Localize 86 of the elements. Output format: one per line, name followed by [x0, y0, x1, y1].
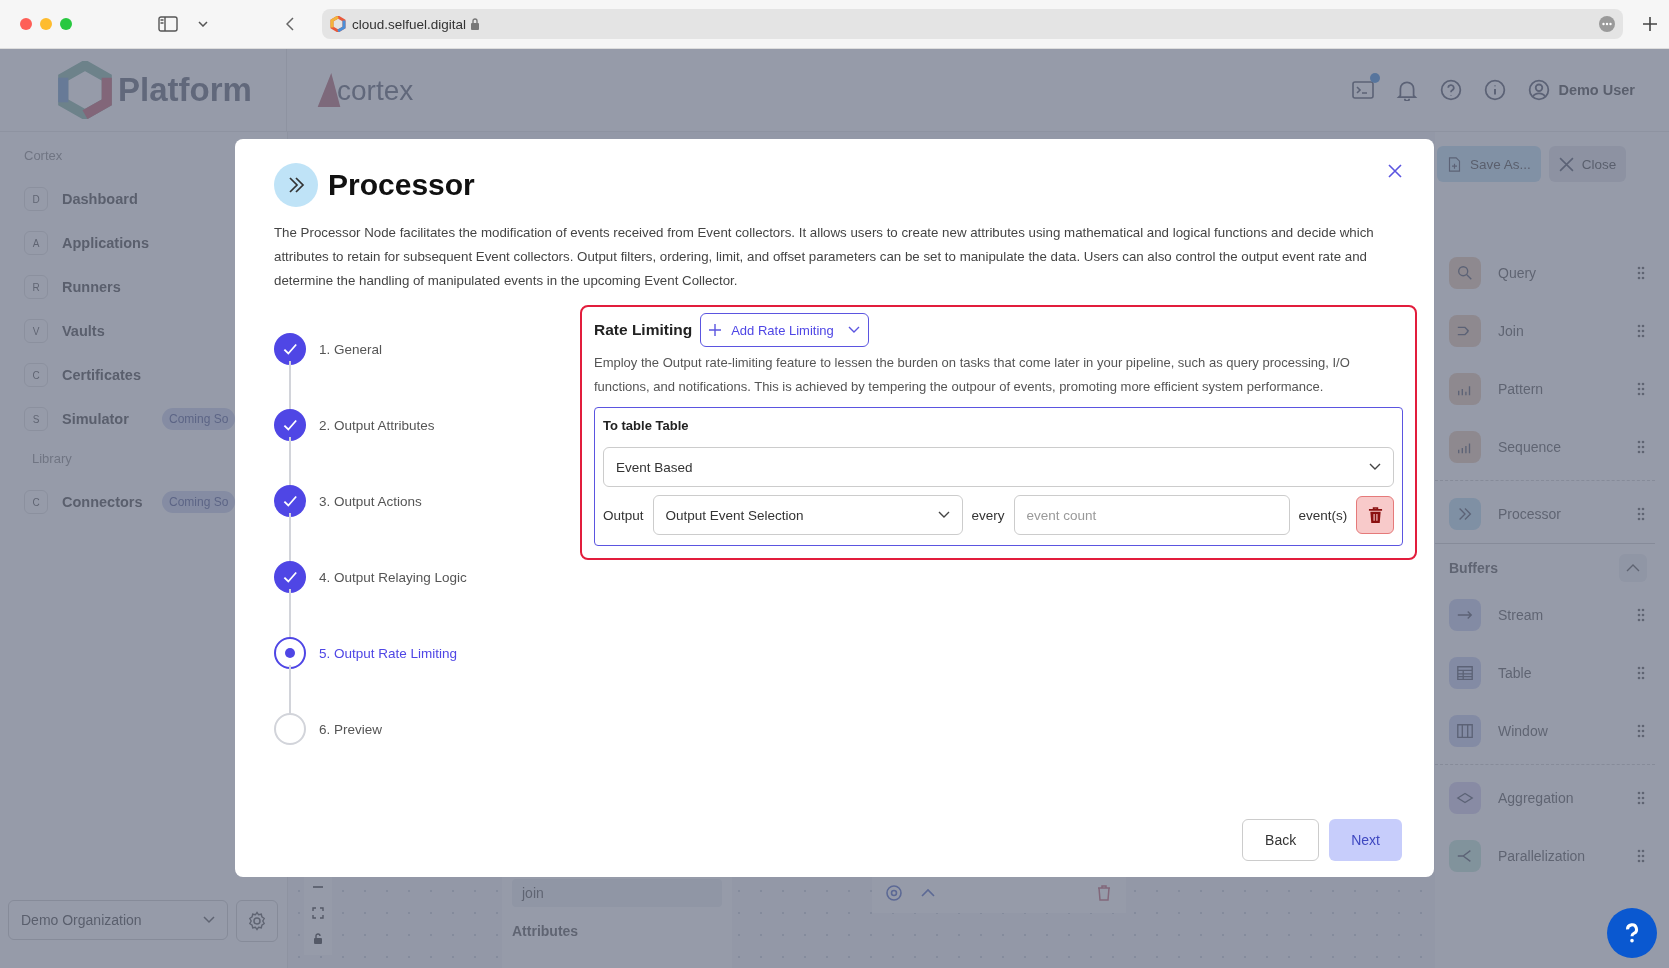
chevron-down-icon: [847, 326, 860, 334]
settings-icon[interactable]: [884, 883, 904, 903]
sidebar-item[interactable]: Dashboard: [62, 191, 162, 207]
chevron-down-icon: [937, 511, 950, 519]
hexagon-logo-icon: [56, 61, 114, 119]
table-icon: [1449, 657, 1481, 689]
drag-handle-icon[interactable]: [1637, 324, 1645, 338]
next-button[interactable]: Next: [1329, 819, 1402, 861]
stream-icon: [1449, 599, 1481, 631]
drag-handle-icon[interactable]: [1637, 507, 1645, 521]
section-title: Rate Limiting: [594, 321, 693, 339]
help-icon[interactable]: [1440, 79, 1463, 101]
unit-label: event(s): [1298, 507, 1348, 523]
question-mark-icon: [1623, 921, 1641, 945]
sidebar-item[interactable]: Certificates: [62, 367, 162, 383]
event-count-field[interactable]: event count: [1013, 495, 1290, 535]
chevron-down-icon: [203, 916, 215, 924]
settings-icon: [247, 911, 267, 931]
drag-handle-icon[interactable]: [1637, 266, 1645, 280]
card-title: To table Table: [603, 418, 690, 433]
drag-handle-icon[interactable]: [1637, 666, 1645, 680]
drag-handle-icon[interactable]: [1637, 382, 1645, 396]
output-select[interactable]: Output Event Selection: [652, 495, 963, 535]
query-icon: [1449, 257, 1481, 289]
drag-handle-icon[interactable]: [1637, 724, 1645, 738]
back-button[interactable]: Back: [1242, 819, 1320, 861]
join-icon: [1449, 315, 1481, 347]
drag-handle-icon[interactable]: [1637, 849, 1645, 863]
site-logo-icon: [330, 16, 346, 32]
lock-icon[interactable]: [312, 933, 324, 945]
drag-handle-icon[interactable]: [1637, 608, 1645, 622]
step-label[interactable]: 4. Output Relaying Logic: [319, 569, 467, 585]
collapse-button[interactable]: [1619, 554, 1647, 582]
aggregation-icon: [1449, 782, 1481, 814]
type-select[interactable]: Event Based: [603, 447, 1395, 487]
fit-view-icon[interactable]: [312, 907, 324, 919]
double-chevron-icon: [274, 163, 318, 207]
pattern-icon: [1449, 373, 1481, 405]
minimize-window-button[interactable]: [40, 18, 52, 30]
dialog-description: The Processor Node facilitates the modification of events received from Event collectors. It allows users to create new attributes using mathematical and logical functions and decide which attributes to retain for subsequent Event collectors. Output filters, ordering, limit, and offset parameters can be set to manipulate the data. Users can also control the output event rate and determine the handling of manipulated events in the upcoming Event Collector.: [274, 224, 1375, 290]
close-icon[interactable]: [1388, 164, 1402, 178]
trash-icon: [1367, 506, 1383, 524]
sidebar-toggle-icon[interactable]: [158, 16, 178, 32]
file-plus-icon: [1447, 156, 1462, 172]
sidebar-item[interactable]: Simulator: [62, 411, 162, 427]
more-icon[interactable]: [1599, 16, 1615, 32]
sidebar-item[interactable]: Applications: [62, 235, 162, 251]
save-as-button[interactable]: Save As...: [1437, 146, 1541, 182]
organization-select[interactable]: Demo Organization: [8, 900, 228, 940]
close-window-button[interactable]: [20, 18, 32, 30]
section-description: Employ the Output rate-limiting feature to lessen the burden on tasks that come later in your pipeline, such as query processing, I/O functions, and notifications. This is achieved by tempering the outpour of events, promoting more efficient system performance.: [594, 354, 1351, 396]
step-label[interactable]: 3. Output Actions: [319, 493, 422, 509]
drag-handle-icon[interactable]: [1637, 791, 1645, 805]
address-bar[interactable]: cloud.selfuel.digital: [322, 9, 1623, 39]
step-label[interactable]: 2. Output Attributes: [319, 417, 435, 433]
sequence-icon: [1449, 431, 1481, 463]
sidebar-item[interactable]: Vaults: [62, 323, 162, 339]
sidebar-item[interactable]: Connectors: [62, 494, 162, 510]
info-icon[interactable]: [1484, 79, 1507, 101]
add-rate-limiting-button[interactable]: Add Rate Limiting: [700, 313, 869, 347]
chevron-up-icon: [1626, 564, 1640, 572]
bell-icon[interactable]: [1396, 79, 1419, 101]
output-label: Output: [603, 507, 644, 523]
sidebar-item[interactable]: Runners: [62, 279, 162, 295]
chevron-down-icon[interactable]: [198, 21, 208, 27]
processor-icon: [1449, 498, 1481, 530]
close-icon: [1558, 156, 1574, 172]
plus-icon: [709, 324, 722, 336]
back-icon[interactable]: [286, 17, 294, 31]
settings-button[interactable]: [236, 900, 278, 942]
step-label[interactable]: 5. Output Rate Limiting: [319, 645, 458, 661]
dialog-title: Processor: [328, 168, 475, 202]
delete-button[interactable]: [1356, 496, 1395, 534]
window-icon: [1449, 715, 1481, 747]
maximize-window-button[interactable]: [60, 18, 72, 30]
drag-handle-icon[interactable]: [1637, 440, 1645, 454]
every-label: every: [971, 507, 1005, 523]
user-icon: [1528, 79, 1551, 101]
parallelization-icon: [1449, 840, 1481, 872]
step-label[interactable]: 1. General: [319, 341, 383, 357]
terminal-icon[interactable]: [1352, 79, 1375, 101]
step-label[interactable]: 6. Preview: [319, 721, 383, 737]
chevron-down-icon: [1369, 463, 1382, 471]
user-menu[interactable]: Demo User: [1528, 79, 1635, 101]
new-tab-icon[interactable]: [1643, 17, 1657, 31]
lock-icon: [470, 18, 481, 30]
